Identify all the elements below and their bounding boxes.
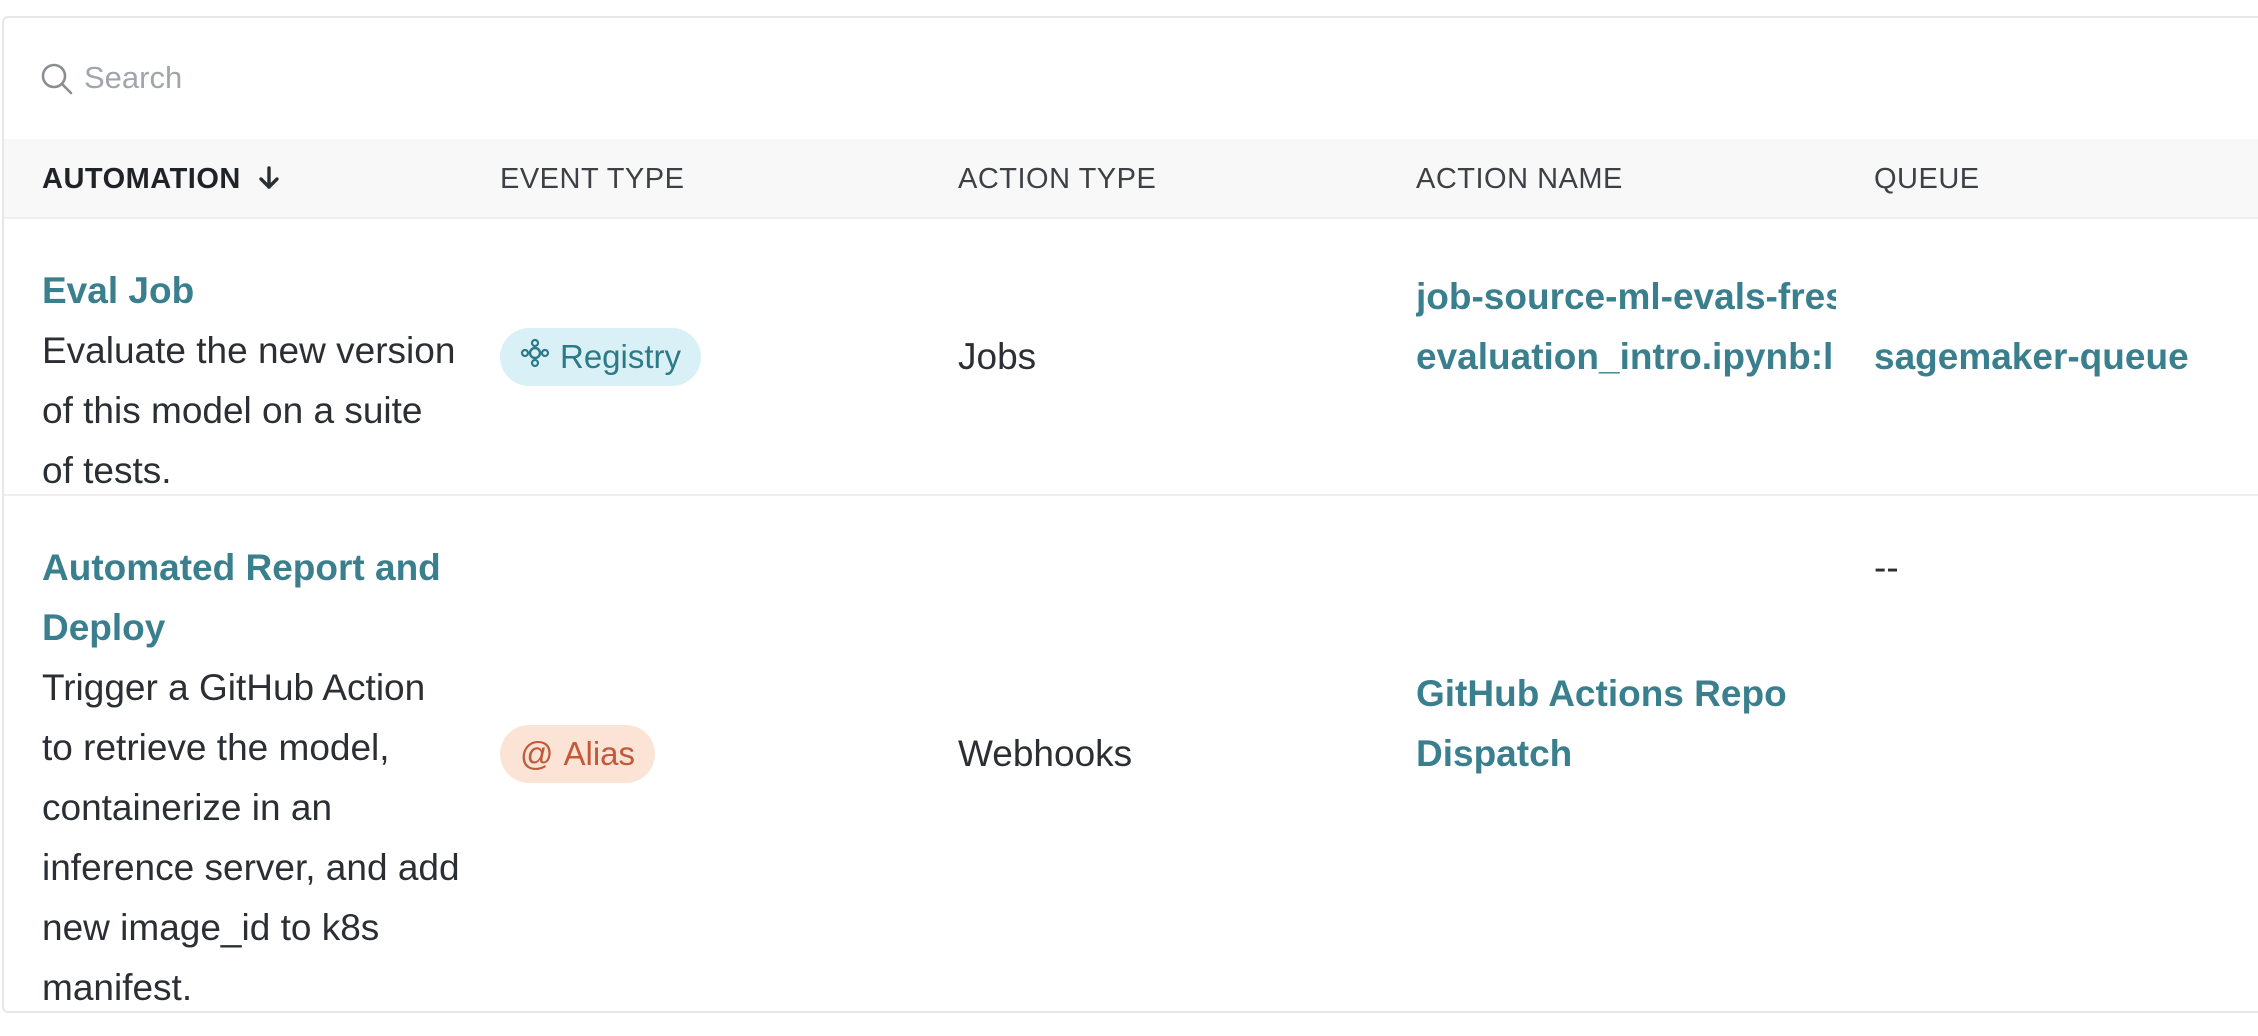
search-icon [40, 62, 74, 96]
event-type-badge: Registry [500, 328, 702, 386]
registry-icon [520, 338, 550, 376]
automation-name-link[interactable]: Automated Report and Deploy [42, 538, 462, 658]
at-icon: @ [520, 735, 554, 772]
column-header-automation-label: AUTOMATION [42, 163, 241, 195]
event-type-badge: @ Alias [500, 725, 656, 783]
column-header-action-name[interactable]: ACTION NAME [1416, 163, 1623, 196]
table-row: Eval Job Evaluate the new version of thi… [4, 219, 2258, 496]
queue-empty: -- [1874, 547, 1899, 588]
automation-cell: Automated Report and Deploy Trigger a Gi… [42, 538, 462, 1018]
automation-name-link[interactable]: Eval Job [42, 261, 462, 321]
action-name-link[interactable]: job-source-ml-evals-fres evaluation_intr… [1416, 267, 1836, 387]
event-type-label: Alias [563, 735, 636, 772]
table-header: AUTOMATION EVENT TYPE ACTION TYPE ACTION… [4, 139, 2258, 219]
arrow-down-icon[interactable] [257, 165, 281, 191]
search-bar [4, 18, 2258, 138]
column-header-queue[interactable]: QUEUE [1874, 163, 1980, 196]
table-row: Automated Report and Deploy Trigger a Gi… [4, 496, 2258, 1011]
automation-cell: Eval Job Evaluate the new version of thi… [42, 261, 462, 501]
automations-panel: AUTOMATION EVENT TYPE ACTION TYPE ACTION… [2, 16, 2258, 1013]
action-name-line: job-source-ml-evals-fres [1416, 276, 1836, 317]
automation-description: Trigger a GitHub Action to retrieve the … [42, 667, 460, 1008]
action-name-line: evaluation_intro.ipynb:l [1416, 336, 1834, 377]
action-name-line: Dispatch [1416, 733, 1573, 774]
action-type: Webhooks [958, 733, 1133, 774]
action-name-line: GitHub Actions Repo [1416, 673, 1787, 714]
column-header-automation[interactable]: AUTOMATION [42, 163, 281, 196]
action-name-link[interactable]: GitHub Actions Repo Dispatch [1416, 664, 1836, 784]
column-header-action-type[interactable]: ACTION TYPE [958, 163, 1156, 196]
action-type: Jobs [958, 336, 1037, 377]
event-type-label: Registry [560, 338, 682, 375]
queue-link[interactable]: sagemaker-queue [1874, 327, 2189, 387]
column-header-event-type[interactable]: EVENT TYPE [500, 163, 684, 196]
automation-description: Evaluate the new version of this model o… [42, 330, 456, 491]
search-input[interactable] [84, 54, 984, 102]
